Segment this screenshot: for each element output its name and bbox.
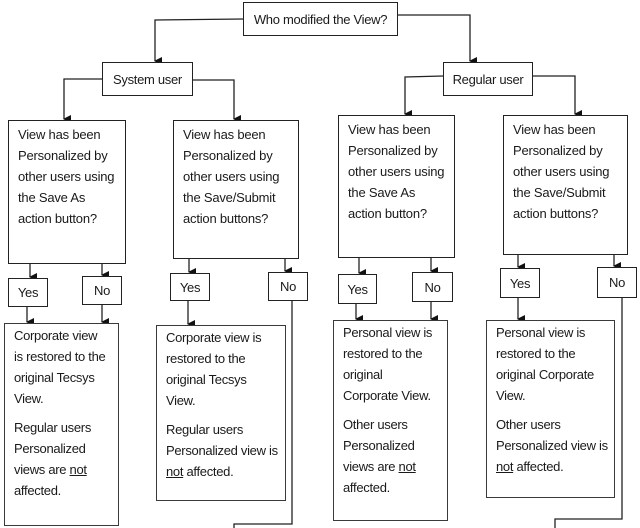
result-box-system-save-submit: Corporate view is restored to the origin…	[156, 325, 286, 501]
yes-box: Yes	[338, 274, 377, 304]
yes-box: Yes	[500, 268, 540, 298]
question-line: the Save/Submit	[513, 185, 606, 200]
question-line: Personalized by	[18, 148, 108, 163]
result-text: affected.	[513, 459, 564, 474]
no-label: No	[424, 279, 441, 295]
yes-box: Yes	[8, 278, 48, 307]
result-line: Regular users	[14, 420, 92, 435]
result-line: affected.	[343, 480, 390, 495]
root-question-box: Who modified the View?	[243, 2, 398, 36]
result-paragraph-1: Personal view is restored to the origina…	[343, 322, 447, 406]
result-paragraph-1: Corporate view is restored to the origin…	[14, 325, 118, 409]
result-line: original Tecsys	[14, 370, 95, 385]
decision-box-regular-save-as: View has been Personalized by other user…	[338, 115, 455, 258]
connector-system-to-decision-1	[63, 78, 102, 123]
system-user-label: System user	[113, 71, 182, 87]
result-line: View.	[166, 393, 196, 408]
yes-box: Yes	[170, 273, 210, 301]
question-line: View has been	[18, 127, 101, 142]
result-paragraph-2: Regular users Personalized views are not…	[14, 417, 118, 501]
result-line: Personalized view is	[496, 438, 608, 453]
result-line: Other users	[496, 417, 561, 432]
result-box-regular-save-as: Personal view is restored to the origina…	[333, 320, 448, 521]
decision-box-system-save-submit: View has been Personalized by other user…	[173, 120, 299, 259]
question-line: other users using	[183, 169, 280, 184]
connector-regular-to-decision-4	[532, 75, 582, 118]
question-line: View has been	[183, 127, 266, 142]
result-paragraph-1: Personal view is restored to the origina…	[496, 322, 614, 406]
result-line: original Corporate	[496, 367, 594, 382]
no-box: No	[597, 267, 637, 298]
result-line: original Tecsys	[166, 372, 247, 387]
result-paragraph-2: Other users Personalized view is not aff…	[496, 414, 614, 477]
connector-system-to-decision-2	[192, 79, 241, 123]
no-box: No	[412, 272, 453, 302]
result-line: Personal view is	[496, 325, 586, 340]
result-box-system-save-as: Corporate view is restored to the origin…	[4, 323, 119, 526]
result-text: views are	[14, 462, 70, 477]
result-line: restored to the	[496, 346, 576, 361]
question-line: Personalized by	[183, 148, 273, 163]
result-box-regular-save-submit: Personal view is restored to the origina…	[486, 320, 615, 498]
result-line: View.	[14, 391, 44, 406]
emphasis-not: not	[496, 459, 514, 474]
question-line: Personalized by	[513, 143, 603, 158]
question-line: the Save As	[348, 185, 416, 200]
question-line: other users using	[513, 164, 610, 179]
system-user-box: System user	[102, 62, 193, 96]
question-line: Personalized by	[348, 143, 438, 158]
result-line: View.	[496, 388, 526, 403]
question-line: action buttons?	[183, 211, 269, 226]
question-line: action button?	[348, 206, 427, 221]
question-line: other users using	[18, 169, 115, 184]
result-text: affected.	[183, 464, 234, 479]
no-box: No	[268, 272, 308, 301]
result-line: Corporate View.	[343, 388, 431, 403]
yes-label: Yes	[509, 275, 531, 291]
result-line: Personalized view is	[166, 443, 278, 458]
result-paragraph-2: Other users Personalized views are not a…	[343, 414, 447, 498]
regular-user-box: Regular user	[443, 62, 533, 96]
result-line: Other users	[343, 417, 408, 432]
decision-box-system-save-as: View has been Personalized by other user…	[8, 120, 126, 264]
question-line: other users using	[348, 164, 445, 179]
decision-box-regular-save-submit: View has been Personalized by other user…	[503, 115, 628, 255]
result-line: is restored to the	[14, 349, 106, 364]
result-line: Personal view is	[343, 325, 433, 340]
question-line: action buttons?	[513, 206, 599, 221]
connector-root-to-system-user	[154, 18, 244, 65]
connector-regular-to-decision-3	[404, 75, 444, 118]
yes-label: Yes	[17, 285, 39, 300]
regular-user-label: Regular user	[452, 71, 524, 87]
yes-label: Yes	[179, 279, 201, 295]
emphasis-not: not	[166, 464, 184, 479]
emphasis-not: not	[398, 459, 416, 474]
yes-label: Yes	[347, 281, 368, 297]
result-line: affected.	[14, 483, 61, 498]
result-text: views are	[343, 459, 399, 474]
result-line: restored to the	[343, 346, 423, 361]
result-line: restored to the	[166, 351, 246, 366]
result-line: Personalized	[343, 438, 415, 453]
result-paragraph-1: Corporate view is restored to the origin…	[166, 327, 285, 411]
question-line: View has been	[348, 122, 431, 137]
no-label: No	[93, 283, 111, 298]
result-line: Personalized	[14, 441, 86, 456]
no-label: No	[279, 279, 297, 294]
no-label: No	[608, 275, 626, 290]
result-paragraph-2: Regular users Personalized view is not a…	[166, 419, 285, 482]
question-line: the Save/Submit	[183, 190, 276, 205]
result-line: Corporate view	[14, 328, 98, 343]
no-box: No	[82, 276, 122, 305]
root-question-label: Who modified the View?	[253, 11, 388, 27]
result-line: Regular users	[166, 422, 244, 437]
question-line: the Save As	[18, 190, 86, 205]
result-line: original	[343, 367, 383, 382]
connector-root-to-regular-user	[397, 14, 477, 65]
question-line: View has been	[513, 122, 596, 137]
question-line: action button?	[18, 211, 97, 226]
result-line: Corporate view is	[166, 330, 262, 345]
emphasis-not: not	[69, 462, 87, 477]
